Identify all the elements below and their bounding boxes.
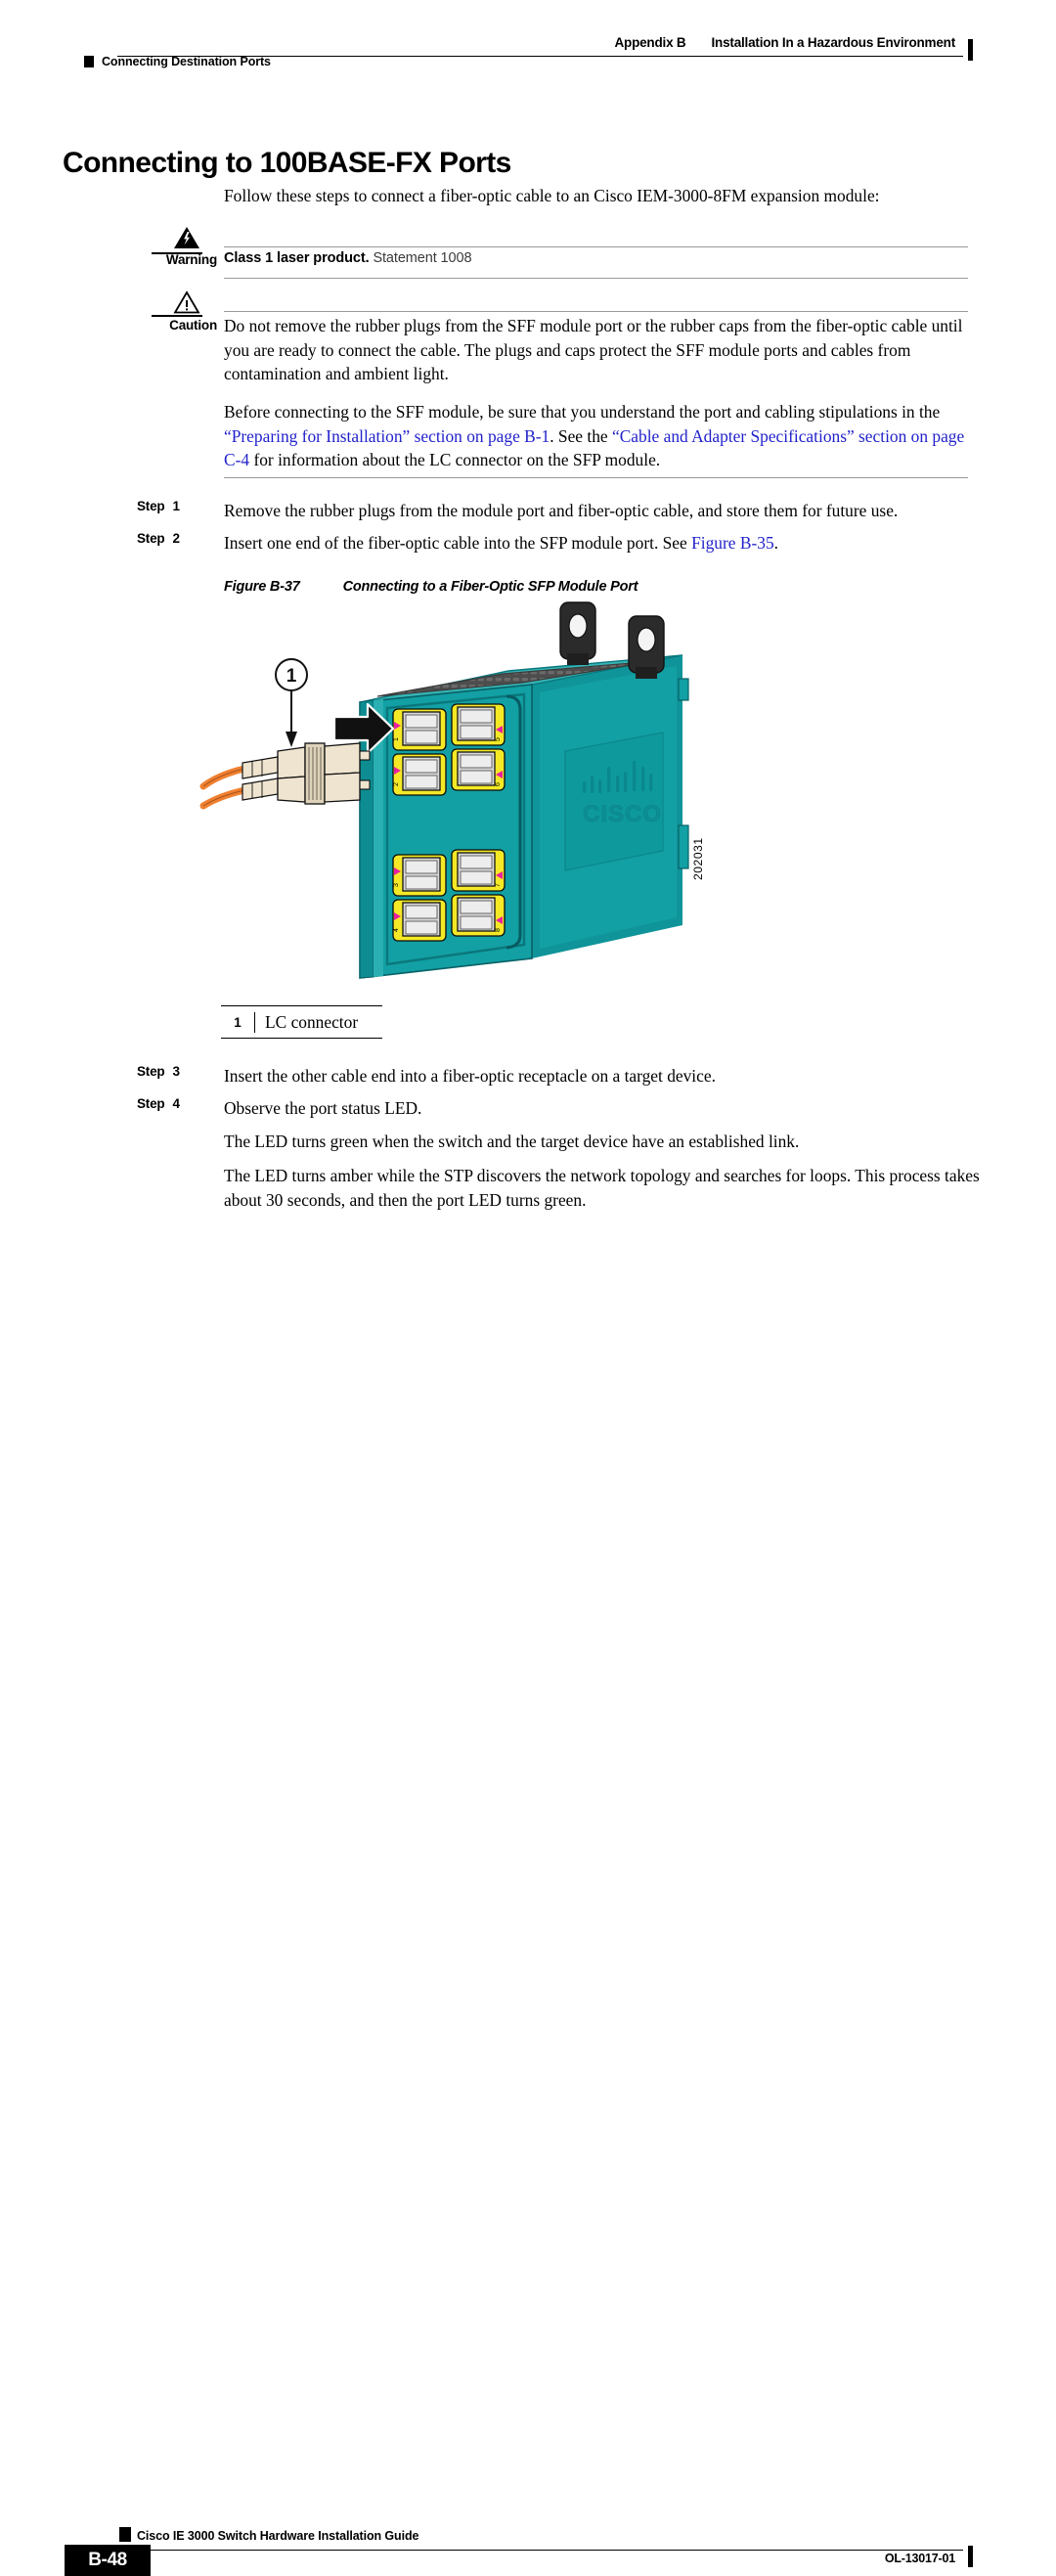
closing-paragraph-1: The LED turns green when the switch and … [224, 1132, 800, 1151]
figure-callout-1-number: 1 [286, 666, 297, 687]
warning-label: Warning [165, 252, 217, 267]
step-3-number: Step 3 [137, 1064, 201, 1079]
step-4-text: Observe the port status LED. [224, 1098, 422, 1118]
footer-bullet-square-icon [119, 2527, 131, 2542]
lc-duplex-connector [199, 742, 371, 810]
page-number-badge: B-48 [65, 2545, 151, 2576]
sff-note-text-2: . See the [550, 425, 612, 446]
sff-note-text-3: for information about the LC connector o… [249, 450, 661, 470]
figure-art-id: 202031 [691, 837, 705, 880]
header-appendix-title: Installation In a Hazardous Environment [711, 35, 956, 50]
footer-end-bar [968, 2546, 973, 2567]
figure-caption: Figure B-37 Connecting to a Fiber-Optic S… [224, 579, 638, 595]
xref-figure-b-35[interactable]: Figure B-35 [691, 533, 774, 553]
chassis-brand-label: CISCO [583, 801, 662, 827]
step-2-text-after: . [773, 533, 779, 553]
caution-admonition: Caution Do not remove the rubber plugs f… [0, 289, 1056, 391]
header-bullet-square-icon [84, 56, 94, 67]
warning-rule-top [224, 246, 968, 247]
figure-callout-1: 1 [275, 658, 308, 747]
footer-rule [117, 2550, 963, 2551]
figure-title: Connecting to a Fiber-Optic SFP Module P… [342, 579, 638, 595]
header-section-marker: Connecting Destination Ports [84, 55, 271, 68]
sfp-port-7[interactable]: 7 [451, 849, 506, 892]
header-appendix-info: Appendix B Installation In a Hazardous En… [614, 35, 955, 50]
step-3-index: 3 [172, 1064, 180, 1079]
mounting-tab-right [628, 615, 665, 679]
sfp-port-1[interactable]: 1 [392, 708, 447, 751]
caution-icon-underline [152, 315, 202, 317]
figure-legend-table: 1 LC connector [221, 1005, 382, 1039]
sfp-port-6[interactable]: 6 [451, 748, 506, 791]
sff-module-note-paragraph: Before connecting to the SFF module, be … [224, 400, 975, 472]
sfp-port-2-number: 2 [393, 782, 400, 786]
legend-row: 1 LC connector [221, 1006, 382, 1038]
sfp-port-8[interactable]: 8 [451, 894, 506, 937]
warning-statement-number: Statement 1008 [373, 250, 472, 266]
fiber-cable-upper [199, 765, 248, 790]
step-2-number: Step 2 [137, 531, 201, 546]
warning-rule-bottom [224, 278, 968, 279]
caution-rule-top [224, 311, 968, 312]
sfp-port-8-number: 8 [495, 928, 502, 932]
intro-paragraph: Follow these steps to connect a fiber-op… [224, 186, 880, 205]
sfp-port-2[interactable]: 2 [392, 753, 447, 796]
warning-admonition: Warning Class 1 laser product. Statement… [0, 223, 1056, 284]
sfp-port-3-number: 3 [393, 883, 400, 887]
footer-guide-title: Cisco IE 3000 Switch Hardware Installati… [137, 2529, 419, 2543]
caution-body: Do not remove the rubber plugs from the … [224, 316, 963, 384]
page-footer: Cisco IE 3000 Switch Hardware Installati… [0, 1249, 1056, 2576]
step-1-label: Step [137, 499, 165, 513]
legend-value: LC connector [254, 1011, 382, 1033]
sfp-port-4[interactable]: 4 [392, 899, 447, 942]
steps-separator-rule [224, 477, 968, 478]
step-1-text: Remove the rubber plugs from the module … [224, 501, 899, 520]
sff-note-text-1: Before connecting to the SFF module, be … [224, 402, 941, 422]
step-3-text: Insert the other cable end into a fiber-… [224, 1066, 716, 1086]
step-4-index: 4 [172, 1096, 180, 1111]
header-end-bar [968, 39, 973, 61]
mounting-tab-left [559, 601, 596, 665]
sfp-port-3[interactable]: 3 [392, 854, 447, 897]
fiber-cable-lower [199, 786, 248, 810]
caution-label: Caution [169, 318, 217, 333]
step-4-label: Step [137, 1096, 165, 1111]
sfp-port-5[interactable]: 5 [451, 703, 506, 746]
step-2-text: Insert one end of the fiber-optic cable … [224, 531, 982, 555]
step-4-number: Step 4 [137, 1096, 201, 1111]
xref-preparing-for-installation[interactable]: “Preparing for Installation” section on … [224, 426, 550, 446]
step-2-index: 2 [172, 531, 180, 546]
figure-illustration-sfp-module-port: CISCO 1 5 2 6 3 7 4 8 1 [196, 595, 763, 986]
document-page: Appendix B Installation In a Hazardous En… [0, 0, 1056, 2576]
step-2-label: Step [137, 531, 165, 546]
step-1-number: Step 1 [137, 499, 201, 513]
step-3-label: Step [137, 1064, 165, 1079]
header-appendix-label: Appendix B [614, 35, 686, 50]
page-header: Appendix B Installation In a Hazardous En… [0, 0, 1056, 84]
closing-paragraph-2: The LED turns amber while the STP discov… [224, 1166, 980, 1210]
sfp-port-7-number: 7 [495, 883, 502, 887]
warning-bold-text: Class 1 laser product. [224, 250, 370, 266]
document-number: OL-13017-01 [884, 2552, 955, 2565]
page-title: Connecting to 100BASE-FX Ports [63, 147, 511, 180]
sfp-module-artwork-svg: CISCO 1 5 2 6 3 7 4 8 1 [199, 601, 689, 979]
sfp-port-1-number: 1 [393, 737, 400, 741]
header-section-label: Connecting Destination Ports [102, 55, 271, 68]
figure-number: Figure B-37 [224, 579, 300, 595]
warning-body: Class 1 laser product. Statement 1008 [224, 250, 968, 266]
step-1-index: 1 [172, 499, 180, 513]
caution-exclamation-triangle-icon [172, 289, 201, 315]
sfp-port-4-number: 4 [393, 928, 400, 932]
legend-key: 1 [234, 1014, 242, 1030]
warning-lightning-triangle-icon [172, 225, 201, 250]
sfp-port-5-number: 5 [495, 737, 502, 741]
sfp-port-6-number: 6 [495, 782, 502, 786]
chassis-right-face: CISCO [532, 655, 689, 958]
step-2-text-before: Insert one end of the fiber-optic cable … [224, 533, 692, 553]
